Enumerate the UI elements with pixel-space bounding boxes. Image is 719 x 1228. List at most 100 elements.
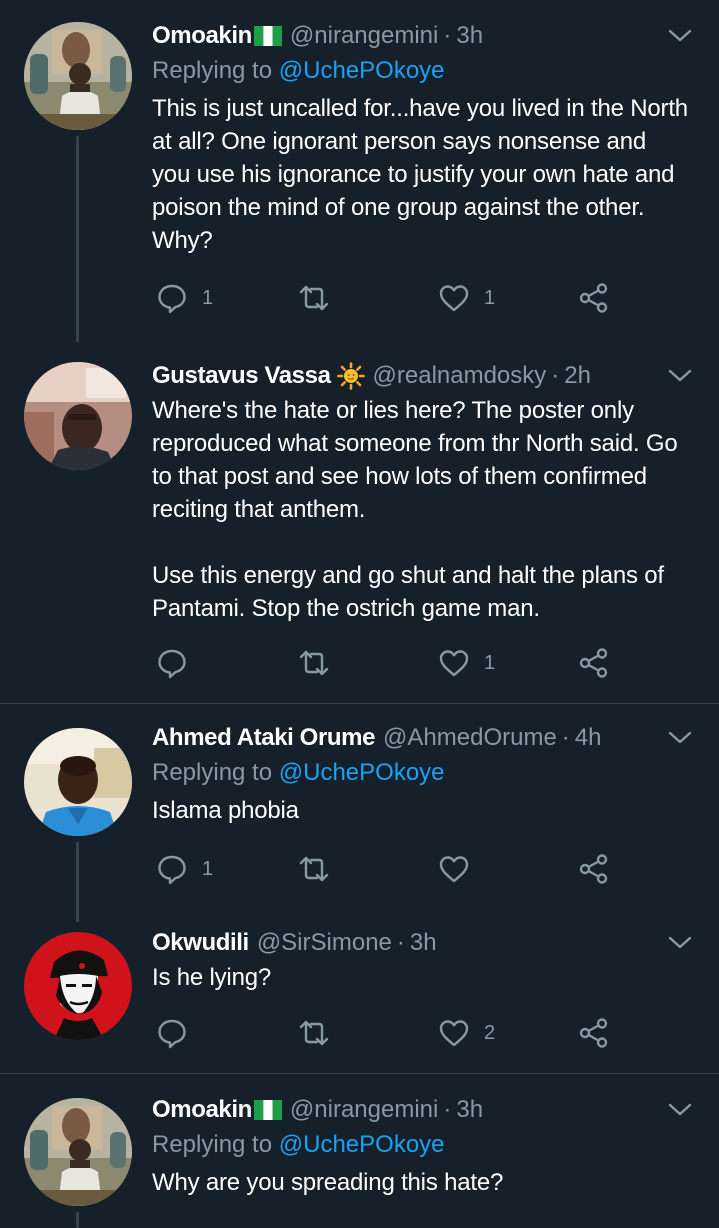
share-button[interactable]: [578, 646, 610, 680]
separator-dot: ·: [561, 724, 570, 751]
tweet-text: Why are you spreading this hate?: [152, 1169, 504, 1196]
chevron-down-icon[interactable]: [667, 728, 693, 748]
replying-to-handle[interactable]: @UchePOkoye: [279, 1131, 445, 1158]
share-icon: [579, 1018, 608, 1048]
timestamp[interactable]: 4h: [575, 724, 602, 752]
tweet-actions: 1 1: [152, 281, 622, 315]
display-name[interactable]: Gustavus Vassa: [152, 362, 331, 390]
tweet-header: Okwudili @SirSimone · 3h: [152, 927, 703, 959]
tweet-header: Ahmed Ataki Orume @AhmedOrume · 4h: [152, 722, 703, 754]
chevron-down-icon[interactable]: [667, 933, 693, 953]
tweet-actions: 1: [152, 852, 622, 886]
share-button[interactable]: [578, 852, 610, 886]
reply-count: 1: [202, 286, 214, 309]
chevron-down-icon[interactable]: [667, 1100, 693, 1120]
avatar[interactable]: [24, 22, 132, 130]
replying-to-label: Replying to: [152, 759, 279, 786]
like-button[interactable]: 2: [438, 1016, 495, 1050]
reply-bubble-icon: [158, 1019, 186, 1049]
avatar[interactable]: [24, 362, 132, 470]
user-handle[interactable]: @realnamdosky: [373, 362, 547, 390]
thread-line: [76, 842, 79, 922]
separator-dot: ·: [396, 929, 405, 956]
heart-icon: [439, 650, 469, 677]
timestamp[interactable]: 3h: [456, 1096, 483, 1124]
tweet-actions: 1: [152, 646, 622, 680]
separator-dot: ·: [443, 1096, 452, 1123]
retweet-icon: [299, 856, 329, 882]
tweet-header: Gustavus Vassa @realnamdosky · 2h: [152, 360, 703, 392]
replying-to-label: Replying to: [152, 1131, 279, 1158]
display-name[interactable]: Okwudili: [152, 929, 249, 957]
tweet-text: Is he lying?: [152, 964, 272, 991]
tweet-actions: 2: [152, 1016, 622, 1050]
replying-to: Replying to @UchePOkoye: [152, 756, 703, 790]
nigeria-flag-icon: [253, 26, 282, 46]
replying-to-label: Replying to: [152, 57, 279, 84]
user-handle[interactable]: @SirSimone: [257, 929, 392, 957]
reply-button[interactable]: 1: [156, 852, 213, 886]
tweet-header: Omoakin @nirangemini · 3h: [152, 20, 703, 52]
like-count: 1: [484, 651, 496, 674]
timestamp[interactable]: 3h: [456, 22, 483, 50]
replying-to: Replying to @UchePOkoye: [152, 1128, 703, 1162]
sun-icon: [336, 362, 365, 390]
user-handle[interactable]: @nirangemini: [290, 1096, 438, 1124]
share-icon: [579, 283, 608, 313]
user-handle[interactable]: @AhmedOrume: [383, 724, 557, 752]
heart-icon: [439, 1020, 469, 1047]
retweet-button[interactable]: [298, 281, 344, 315]
avatar[interactable]: [24, 1098, 132, 1206]
share-icon: [579, 854, 608, 884]
reply-bubble-icon: [158, 855, 186, 885]
retweet-button[interactable]: [298, 1016, 344, 1050]
tweet-divider: [0, 703, 719, 704]
thread-line: [76, 1212, 79, 1228]
tweet-content: Ahmed Ataki Orume @AhmedOrume · 4h Reply…: [152, 722, 703, 827]
tweet-text: Where's the hate or lies here? The poste…: [152, 397, 678, 622]
share-button[interactable]: [578, 281, 610, 315]
tweet-text: Islama phobia: [152, 797, 299, 824]
like-button[interactable]: 1: [438, 281, 495, 315]
replying-to-handle[interactable]: @UchePOkoye: [279, 57, 445, 84]
like-button[interactable]: [438, 852, 484, 886]
thread-line: [76, 136, 79, 342]
user-handle[interactable]: @nirangemini: [290, 22, 438, 50]
avatar[interactable]: [24, 728, 132, 836]
tweet-text: This is just uncalled for...have you liv…: [152, 95, 688, 254]
like-count: 1: [484, 286, 496, 309]
tweet-content: Omoakin @nirangemini · 3h Replying to @U…: [152, 1094, 703, 1199]
chevron-down-icon[interactable]: [667, 26, 693, 46]
tweet-content: Omoakin @nirangemini · 3h Replying to @U…: [152, 20, 703, 257]
reply-button[interactable]: [156, 1016, 202, 1050]
display-name[interactable]: Ahmed Ataki Orume: [152, 724, 375, 752]
retweet-icon: [299, 285, 329, 311]
retweet-button[interactable]: [298, 646, 344, 680]
tweet-content: Gustavus Vassa @realnamdosky · 2h Where'…: [152, 360, 703, 625]
reply-count: 1: [202, 857, 214, 880]
like-count: 2: [484, 1021, 496, 1044]
timestamp[interactable]: 2h: [564, 362, 591, 390]
replying-to-handle[interactable]: @UchePOkoye: [279, 759, 445, 786]
display-name[interactable]: Omoakin: [152, 22, 252, 50]
tweet-header: Omoakin @nirangemini · 3h: [152, 1094, 703, 1126]
retweet-button[interactable]: [298, 852, 344, 886]
timestamp[interactable]: 3h: [410, 929, 437, 957]
heart-icon: [439, 285, 469, 312]
heart-icon: [439, 856, 469, 883]
separator-dot: ·: [551, 362, 560, 389]
nigeria-flag-icon: [253, 1100, 282, 1120]
reply-bubble-icon: [158, 649, 186, 679]
reply-button[interactable]: 1: [156, 281, 213, 315]
reply-button[interactable]: [156, 646, 202, 680]
display-name[interactable]: Omoakin: [152, 1096, 252, 1124]
replying-to: Replying to @UchePOkoye: [152, 54, 703, 88]
avatar[interactable]: [24, 932, 132, 1040]
tweet-content: Okwudili @SirSimone · 3h Is he lying?: [152, 927, 703, 994]
retweet-icon: [299, 1020, 329, 1046]
reply-bubble-icon: [158, 284, 186, 314]
share-button[interactable]: [578, 1016, 610, 1050]
like-button[interactable]: 1: [438, 646, 495, 680]
tweet-divider: [0, 1073, 719, 1074]
chevron-down-icon[interactable]: [667, 366, 693, 386]
